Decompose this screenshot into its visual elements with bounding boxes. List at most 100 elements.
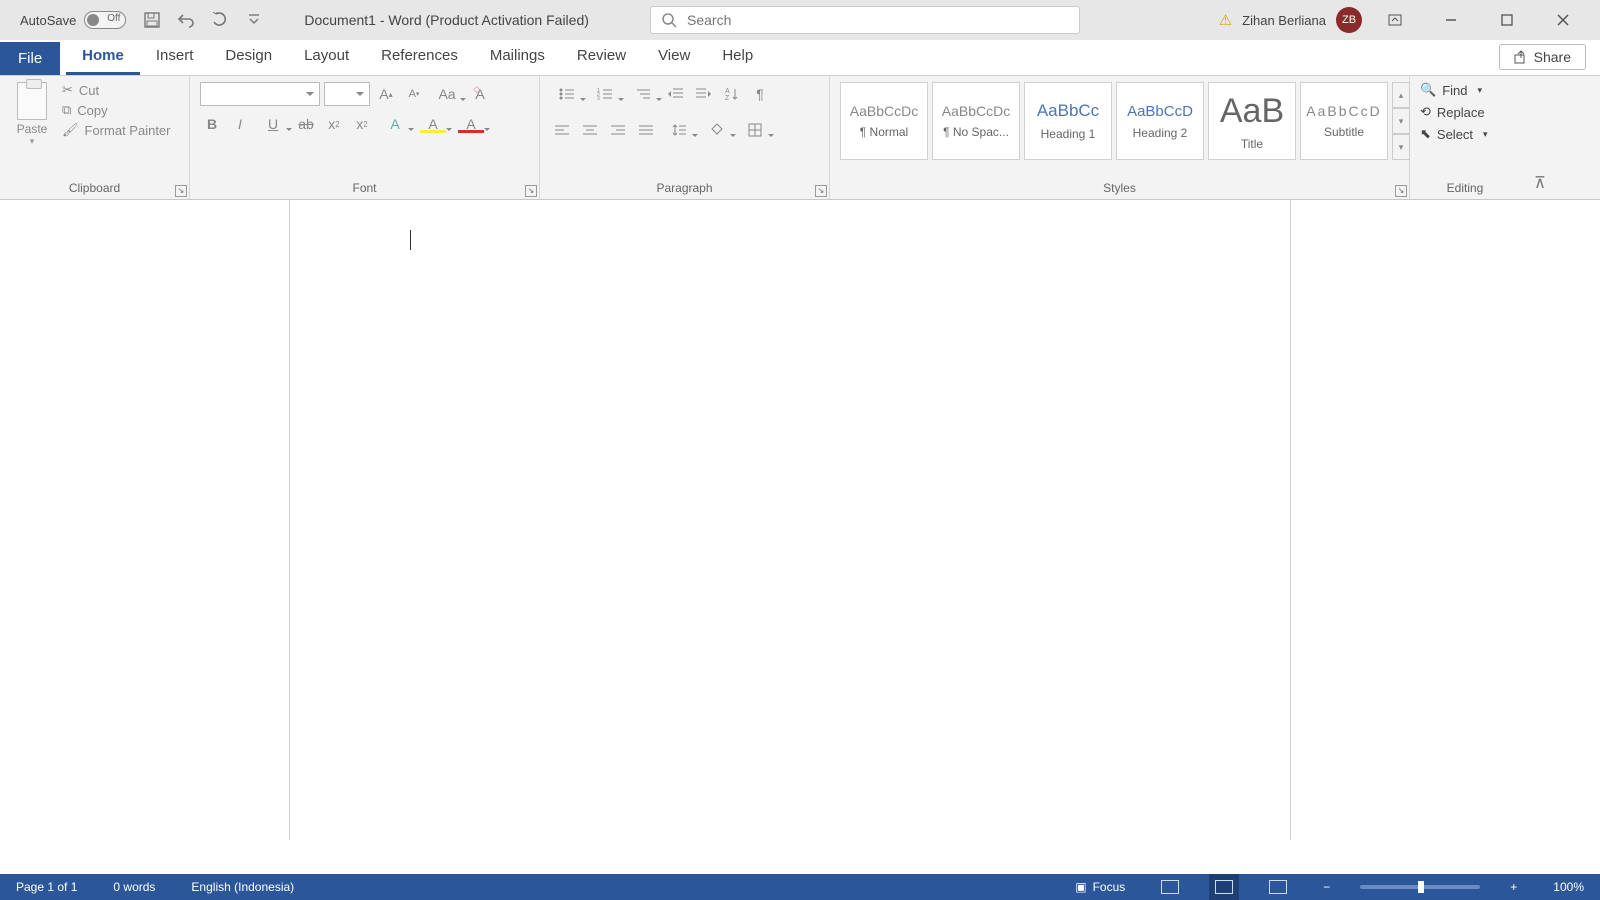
style-subtitle[interactable]: AaBbCcDSubtitle — [1300, 82, 1388, 160]
close-button[interactable] — [1540, 0, 1586, 40]
cursor-icon: ⬉ — [1420, 126, 1431, 142]
italic-button[interactable]: I — [228, 112, 252, 136]
style-no-spacing[interactable]: AaBbCcDc¶ No Spac... — [932, 82, 1020, 160]
search-box[interactable] — [650, 6, 1080, 34]
language-indicator[interactable]: English (Indonesia) — [185, 874, 300, 900]
tab-review[interactable]: Review — [561, 39, 642, 75]
ribbon-display-options-button[interactable] — [1372, 0, 1418, 40]
numbering-button[interactable]: 123 — [588, 82, 622, 106]
decrease-indent-button[interactable] — [664, 82, 688, 106]
read-mode-button[interactable] — [1155, 874, 1185, 900]
text-cursor — [410, 230, 411, 250]
print-layout-button[interactable] — [1209, 874, 1239, 900]
autosave-toggle[interactable]: Off — [84, 11, 126, 29]
bullets-button[interactable] — [550, 82, 584, 106]
paste-button[interactable]: Paste ▾ — [10, 82, 54, 147]
grow-font-button[interactable]: A▴ — [374, 82, 398, 106]
minimize-button[interactable] — [1428, 0, 1474, 40]
tab-help[interactable]: Help — [706, 39, 769, 75]
highlight-button[interactable]: A — [416, 112, 450, 136]
line-spacing-button[interactable] — [662, 118, 696, 142]
share-button[interactable]: Share — [1499, 44, 1586, 70]
zoom-in-button[interactable]: + — [1504, 874, 1523, 900]
zoom-level[interactable]: 100% — [1547, 874, 1590, 900]
shading-button[interactable] — [700, 118, 734, 142]
subscript-button[interactable]: x2 — [322, 112, 346, 136]
multilevel-list-button[interactable] — [626, 82, 660, 106]
style-heading-2[interactable]: AaBbCcDHeading 2 — [1116, 82, 1204, 160]
share-label: Share — [1534, 49, 1571, 65]
clipboard-dialog-launcher[interactable]: ↘ — [175, 185, 187, 197]
focus-label: Focus — [1093, 880, 1126, 894]
align-left-button[interactable] — [550, 118, 574, 142]
font-name-combobox[interactable] — [200, 82, 320, 106]
redo-button[interactable] — [210, 10, 230, 30]
styles-scroll-up[interactable]: ▴ — [1392, 82, 1410, 108]
page-indicator[interactable]: Page 1 of 1 — [10, 874, 83, 900]
autosave-control[interactable]: AutoSave Off — [0, 11, 126, 29]
collapse-ribbon-button[interactable]: ⊼ — [1534, 173, 1546, 193]
style-sample: AaBbCc — [1037, 101, 1099, 121]
style-heading-1[interactable]: AaBbCcHeading 1 — [1024, 82, 1112, 160]
document-area[interactable] — [0, 200, 1600, 840]
tab-layout[interactable]: Layout — [288, 39, 365, 75]
tab-design[interactable]: Design — [209, 39, 288, 75]
tab-references[interactable]: References — [365, 39, 474, 75]
superscript-button[interactable]: x2 — [350, 112, 374, 136]
select-label: Select — [1437, 127, 1473, 142]
style-title[interactable]: AaBTitle — [1208, 82, 1296, 160]
print-layout-icon — [1215, 880, 1233, 894]
borders-button[interactable] — [738, 118, 772, 142]
copy-button[interactable]: ⧉Copy — [62, 102, 171, 118]
underline-button[interactable]: U — [256, 112, 290, 136]
show-marks-button[interactable]: ¶ — [748, 82, 772, 106]
cut-button[interactable]: ✂Cut — [62, 82, 171, 98]
font-dialog-launcher[interactable]: ↘ — [525, 185, 537, 197]
bold-button[interactable]: B — [200, 112, 224, 136]
sort-button[interactable]: AZ — [720, 82, 744, 106]
style-normal[interactable]: AaBbCcDc¶ Normal — [840, 82, 928, 160]
replace-button[interactable]: ⟲Replace — [1420, 104, 1488, 120]
styles-expand[interactable]: ▾ — [1392, 134, 1410, 160]
font-size-combobox[interactable] — [324, 82, 370, 106]
qat-customize-button[interactable] — [244, 10, 264, 30]
styles-dialog-launcher[interactable]: ↘ — [1395, 185, 1407, 197]
zoom-slider[interactable] — [1360, 885, 1480, 889]
undo-button[interactable] — [176, 10, 196, 30]
maximize-button[interactable] — [1484, 0, 1530, 40]
tab-view[interactable]: View — [642, 39, 706, 75]
clear-formatting-button[interactable]: A◇ — [468, 82, 492, 106]
select-button[interactable]: ⬉Select▾ — [1420, 126, 1488, 142]
change-case-button[interactable]: Aa — [430, 82, 464, 106]
format-painter-button[interactable]: 🖌Format Painter — [62, 122, 171, 138]
styles-scroll-down[interactable]: ▾ — [1392, 108, 1410, 134]
save-button[interactable] — [142, 10, 162, 30]
text-effects-button[interactable]: A — [378, 112, 412, 136]
align-right-button[interactable] — [606, 118, 630, 142]
web-layout-button[interactable] — [1263, 874, 1293, 900]
shrink-font-button[interactable]: A▾ — [402, 82, 426, 106]
search-input[interactable] — [687, 12, 1069, 28]
word-count[interactable]: 0 words — [107, 874, 161, 900]
tab-mailings[interactable]: Mailings — [474, 39, 561, 75]
font-color-button[interactable]: A — [454, 112, 488, 136]
find-button[interactable]: 🔍Find▾ — [1420, 82, 1488, 98]
paragraph-dialog-launcher[interactable]: ↘ — [815, 185, 827, 197]
tab-home[interactable]: Home — [66, 39, 140, 75]
increase-indent-button[interactable] — [692, 82, 716, 106]
strikethrough-button[interactable]: ab — [294, 112, 318, 136]
focus-mode-button[interactable]: ▣Focus — [1069, 874, 1131, 900]
tab-file[interactable]: File — [0, 42, 60, 75]
warning-icon: ⚠ — [1219, 11, 1232, 29]
zoom-slider-thumb[interactable] — [1418, 881, 1424, 893]
justify-button[interactable] — [634, 118, 658, 142]
align-center-button[interactable] — [578, 118, 602, 142]
tab-insert[interactable]: Insert — [140, 39, 210, 75]
group-editing: 🔍Find▾ ⟲Replace ⬉Select▾ Editing — [1410, 76, 1520, 199]
quick-access-toolbar — [142, 10, 264, 30]
user-avatar[interactable]: ZB — [1336, 7, 1362, 33]
style-name: Subtitle — [1324, 125, 1364, 139]
zoom-out-button[interactable]: − — [1317, 874, 1336, 900]
user-name[interactable]: Zihan Berliana — [1242, 13, 1326, 28]
document-page[interactable] — [290, 200, 1290, 840]
